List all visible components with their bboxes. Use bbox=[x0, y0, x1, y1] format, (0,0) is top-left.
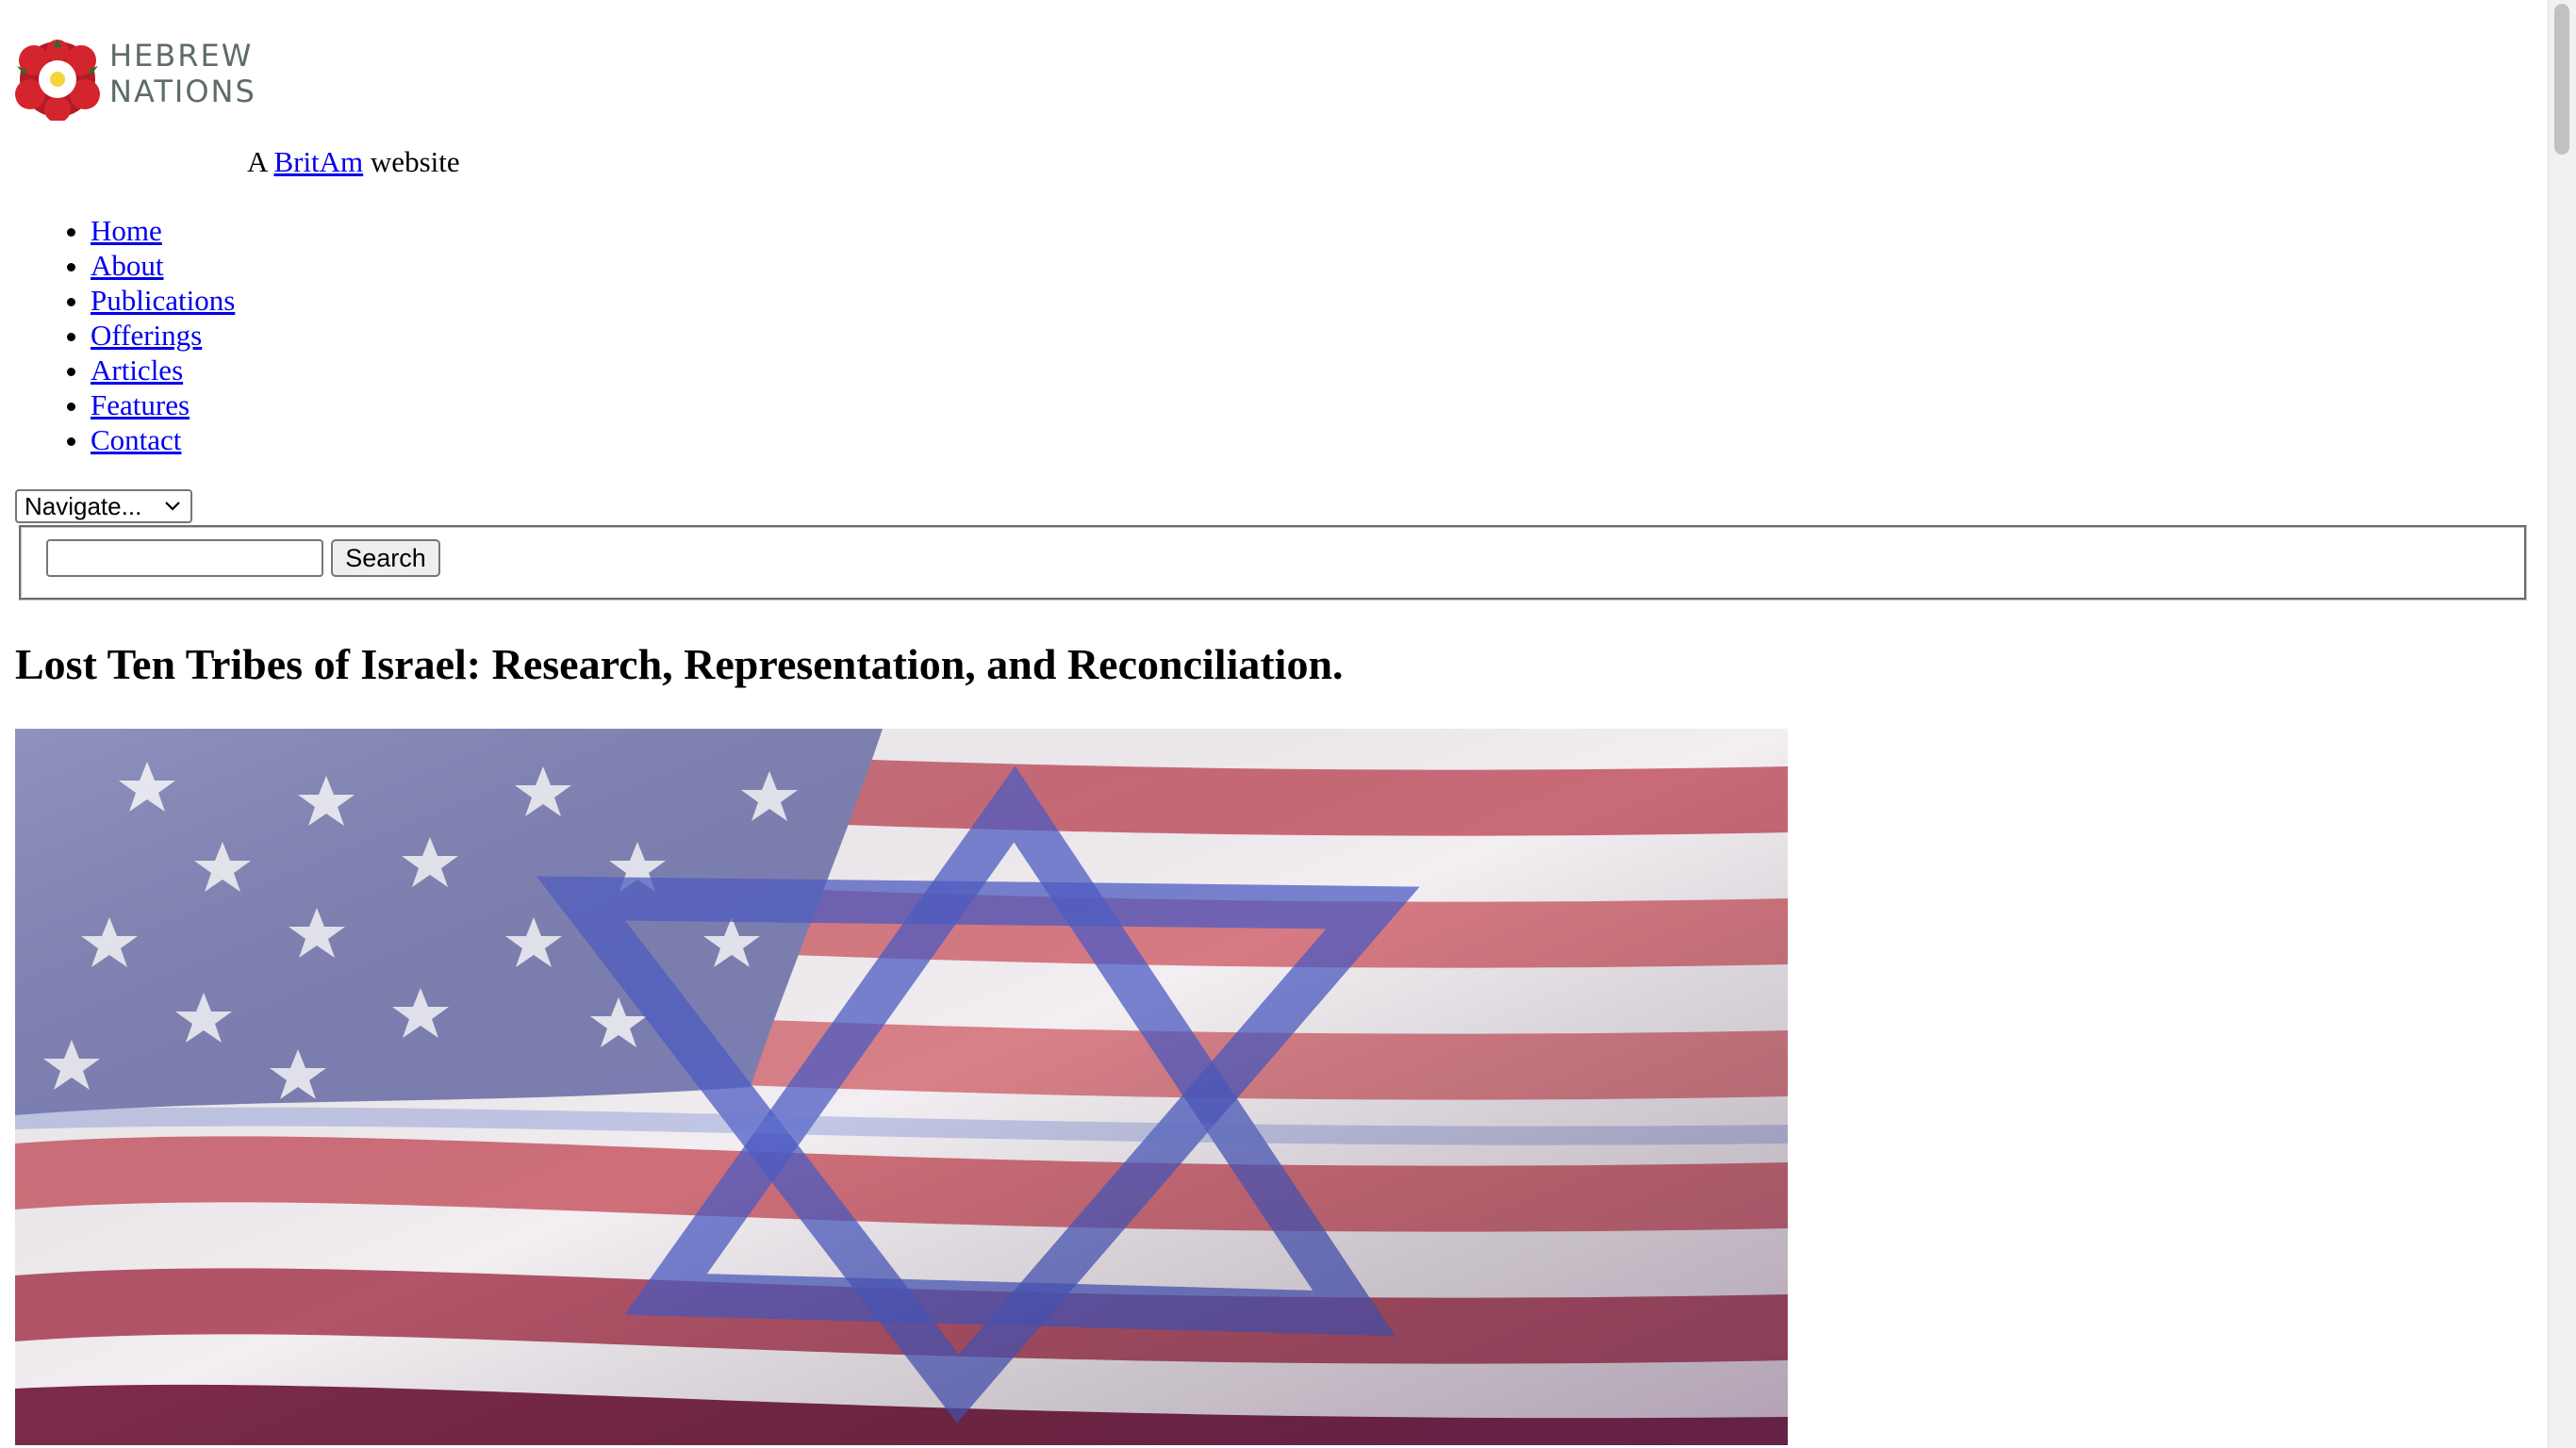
nav-link-publications[interactable]: Publications bbox=[91, 284, 235, 317]
nav-item-home: Home bbox=[91, 213, 235, 248]
main-nav: Home About Publications Offerings Articl… bbox=[0, 213, 235, 457]
flag-illustration bbox=[15, 729, 1788, 1445]
nav-item-articles: Articles bbox=[91, 353, 235, 387]
tagline-suffix: website bbox=[363, 145, 460, 178]
search-form: Search bbox=[19, 525, 2527, 601]
scrollbar-thumb[interactable] bbox=[2554, 4, 2569, 155]
search-input[interactable] bbox=[46, 539, 323, 577]
nav-item-about: About bbox=[91, 248, 235, 283]
tagline-prefix: A bbox=[247, 145, 274, 178]
nav-link-offerings[interactable]: Offerings bbox=[91, 319, 202, 352]
logo-line-hebrew: HEBREW bbox=[109, 38, 254, 74]
tudor-rose-icon bbox=[15, 40, 100, 121]
navigate-select[interactable]: Navigate... bbox=[15, 489, 192, 523]
nav-item-features: Features bbox=[91, 387, 235, 422]
nav-item-publications: Publications bbox=[91, 283, 235, 318]
nav-link-articles[interactable]: Articles bbox=[91, 354, 183, 387]
nav-link-features[interactable]: Features bbox=[91, 388, 190, 421]
logo-line-nations: NATIONS bbox=[109, 74, 256, 109]
nav-link-about[interactable]: About bbox=[91, 249, 164, 282]
site-logo[interactable]: HEBREW NATIONS bbox=[15, 38, 255, 121]
nav-link-contact[interactable]: Contact bbox=[91, 423, 181, 456]
navigate-select-value: Navigate... bbox=[25, 491, 142, 520]
page: HEBREW NATIONS A BritAm website Home Abo… bbox=[0, 0, 2576, 1448]
nav-item-contact: Contact bbox=[91, 422, 235, 457]
page-title: Lost Ten Tribes of Israel: Research, Rep… bbox=[15, 640, 1344, 688]
britam-link[interactable]: BritAm bbox=[273, 145, 363, 178]
nav-item-offerings: Offerings bbox=[91, 318, 235, 353]
search-button[interactable]: Search bbox=[331, 539, 440, 577]
vertical-scrollbar[interactable] bbox=[2548, 0, 2576, 1448]
logo-text: HEBREW NATIONS bbox=[109, 38, 256, 109]
hero-flag-image bbox=[15, 729, 1788, 1445]
chevron-down-icon bbox=[165, 502, 180, 511]
site-tagline: A BritAm website bbox=[247, 145, 460, 179]
nav-link-home[interactable]: Home bbox=[91, 214, 162, 247]
